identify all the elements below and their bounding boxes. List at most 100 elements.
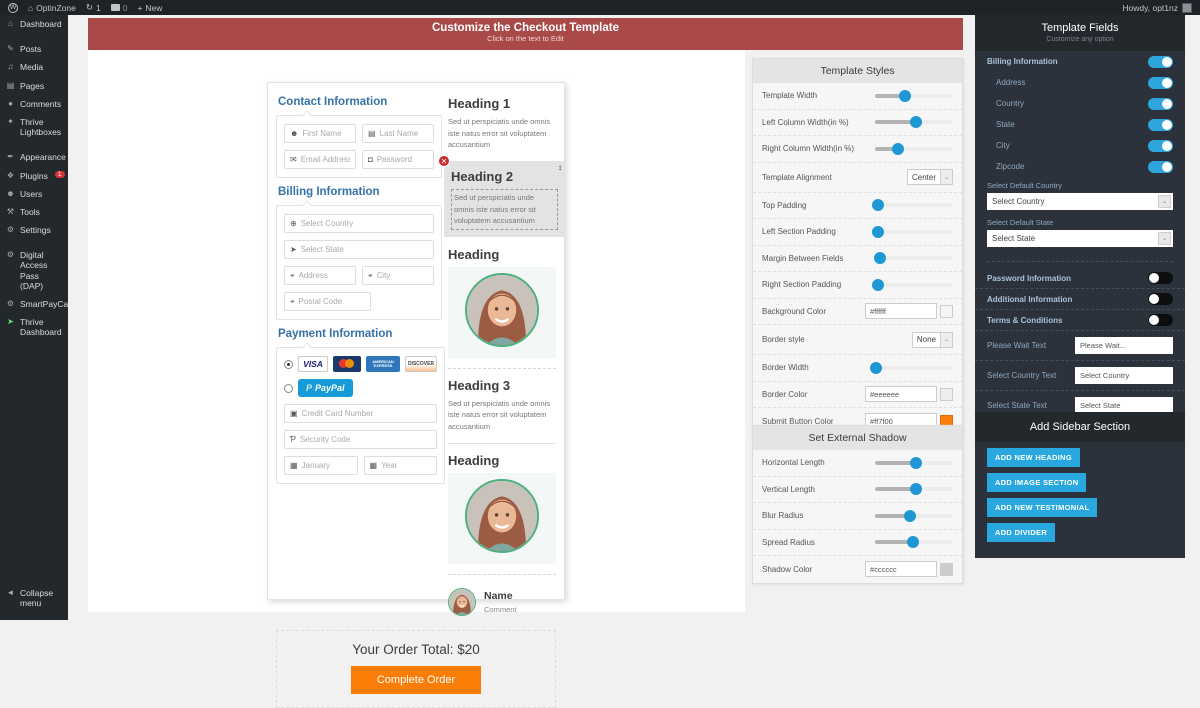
border-color-input[interactable] bbox=[865, 386, 937, 402]
updates-menu[interactable]: ↻1 bbox=[86, 2, 101, 13]
credit-card-option[interactable]: VISA AMERICAN EXPRESS DISCOVER bbox=[284, 356, 437, 372]
credit-card-radio[interactable] bbox=[284, 360, 293, 369]
spread-radius-slider[interactable] bbox=[875, 540, 953, 544]
select-country-field[interactable]: ⊕ bbox=[284, 214, 434, 233]
expiry-year-field[interactable]: ▦ bbox=[364, 456, 438, 475]
sidebar-heading-1-block[interactable]: Heading 1 Sed ut perspiciatis unde omnis… bbox=[448, 96, 556, 151]
testimonial-block[interactable]: Name Comment bbox=[448, 584, 556, 620]
left-column-width-slider[interactable] bbox=[875, 120, 953, 124]
address-toggle[interactable] bbox=[1148, 77, 1173, 89]
additional-information-toggle[interactable] bbox=[1148, 293, 1173, 305]
sidebar-item-thrive-dashboard[interactable]: ➤Thrive Dashboard bbox=[0, 313, 68, 341]
billing-information-toggle[interactable] bbox=[1148, 56, 1173, 68]
sidebar-item-pages[interactable]: ▤Pages bbox=[0, 77, 68, 95]
page-title-banner[interactable]: Customize the Checkout Template Click on… bbox=[88, 18, 963, 50]
sidebar-item-dashboard[interactable]: ⌂Dashboard bbox=[0, 15, 68, 33]
security-code-field[interactable]: Ƥ bbox=[284, 430, 437, 449]
user-avatar[interactable] bbox=[1182, 3, 1192, 13]
credit-card-number-field[interactable]: ▣ bbox=[284, 404, 437, 423]
sidebar-image-block-2[interactable]: Heading bbox=[448, 453, 556, 564]
wordpress-logo-icon[interactable]: W bbox=[8, 3, 18, 13]
sidebar-heading-2-block-selected[interactable]: ✕ ↕ Heading 2 Sed ut perspiciatis unde o… bbox=[444, 161, 565, 237]
margin-between-fields-slider[interactable] bbox=[875, 256, 953, 260]
add-new-heading-button[interactable]: ADD NEW HEADING bbox=[987, 448, 1080, 467]
add-new-testimonial-button[interactable]: ADD NEW TESTIMONIAL bbox=[987, 498, 1097, 517]
collapse-menu-button[interactable]: ◄Collapse menu bbox=[0, 584, 68, 612]
add-image-section-button[interactable]: ADD IMAGE SECTION bbox=[987, 473, 1086, 492]
heading-3-text[interactable]: Sed ut perspiciatis unde omnis iste natu… bbox=[448, 398, 556, 433]
page-title[interactable]: Customize the Checkout Template bbox=[88, 22, 963, 34]
default-country-select[interactable]: Select Country⌄ bbox=[987, 193, 1173, 210]
security-code-input[interactable] bbox=[300, 435, 431, 444]
image-section-2[interactable] bbox=[448, 473, 556, 564]
new-content-menu[interactable]: +New bbox=[137, 3, 162, 13]
paypal-radio[interactable] bbox=[284, 384, 293, 393]
default-state-select[interactable]: Select State⌄ bbox=[987, 230, 1173, 247]
add-divider-button[interactable]: ADD DIVIDER bbox=[987, 523, 1055, 542]
howdy-account-menu[interactable]: Howdy, opt1nz bbox=[1122, 3, 1178, 13]
horizontal-length-slider[interactable] bbox=[875, 461, 953, 465]
sidebar-item-appearance[interactable]: ✒Appearance bbox=[0, 148, 68, 166]
image-section-1[interactable] bbox=[448, 267, 556, 358]
testimonial-name[interactable]: Name bbox=[484, 590, 517, 602]
select-state-input[interactable] bbox=[301, 245, 428, 254]
select-country-input[interactable] bbox=[301, 219, 428, 228]
postal-code-field[interactable]: ⌖ bbox=[284, 292, 371, 311]
sidebar-item-dap[interactable]: ⚙Digital Access Pass (DAP) bbox=[0, 246, 68, 295]
billing-information-heading[interactable]: Billing Information bbox=[278, 186, 442, 198]
payment-information-heading[interactable]: Payment Information bbox=[278, 328, 442, 340]
background-color-swatch[interactable] bbox=[940, 305, 953, 318]
state-toggle[interactable] bbox=[1148, 119, 1173, 131]
postal-code-input[interactable] bbox=[299, 297, 365, 306]
background-color-input[interactable] bbox=[865, 303, 937, 319]
sidebar-item-posts[interactable]: ✎Posts bbox=[0, 40, 68, 58]
sidebar-item-plugins[interactable]: ❖Plugins1 bbox=[0, 167, 68, 185]
sidebar-item-comments[interactable]: ●Comments bbox=[0, 95, 68, 113]
sidebar-item-media[interactable]: ♫Media bbox=[0, 58, 68, 76]
left-section-padding-slider[interactable] bbox=[875, 230, 953, 234]
blur-radius-slider[interactable] bbox=[875, 514, 953, 518]
template-alignment-select[interactable]: Center⌄ bbox=[907, 169, 953, 185]
expiry-year-input[interactable] bbox=[381, 461, 431, 470]
sidebar-item-thrive-lightboxes[interactable]: ✦Thrive Lightboxes bbox=[0, 113, 68, 141]
paypal-button[interactable]: PPayPal bbox=[298, 379, 353, 397]
email-field[interactable]: ✉ bbox=[284, 150, 356, 169]
border-color-swatch[interactable] bbox=[940, 388, 953, 401]
testimonial-comment[interactable]: Comment bbox=[484, 605, 517, 614]
sidebar-item-settings[interactable]: ⚙Settings bbox=[0, 221, 68, 239]
credit-card-number-input[interactable] bbox=[302, 409, 431, 418]
right-column-width-slider[interactable] bbox=[875, 147, 953, 151]
border-style-select[interactable]: None⌄ bbox=[912, 332, 953, 348]
heading-1[interactable]: Heading 1 bbox=[448, 96, 556, 111]
right-section-padding-slider[interactable] bbox=[875, 283, 953, 287]
shadow-color-swatch[interactable] bbox=[940, 563, 953, 576]
expiry-month-field[interactable]: ▦ bbox=[284, 456, 358, 475]
vertical-length-slider[interactable] bbox=[875, 487, 953, 491]
last-name-field[interactable]: ▤ bbox=[362, 124, 434, 143]
heading-1-text[interactable]: Sed ut perspiciatis unde omnis iste natu… bbox=[448, 116, 556, 151]
sidebar-item-users[interactable]: ☻Users bbox=[0, 185, 68, 203]
template-width-slider[interactable] bbox=[875, 94, 953, 98]
sidebar-item-smartpaycart[interactable]: ⚙SmartPayCart bbox=[0, 295, 68, 313]
complete-order-button[interactable]: Complete Order bbox=[351, 666, 481, 694]
heading-3[interactable]: Heading 3 bbox=[448, 378, 556, 393]
sidebar-heading-3-block[interactable]: Heading 3 Sed ut perspiciatis unde omnis… bbox=[448, 378, 556, 433]
delete-section-icon[interactable]: ✕ bbox=[438, 155, 450, 167]
address-field[interactable]: ⌖ bbox=[284, 266, 356, 285]
first-name-input[interactable] bbox=[302, 129, 350, 138]
top-padding-slider[interactable] bbox=[875, 203, 953, 207]
shadow-color-input[interactable] bbox=[865, 561, 937, 577]
city-toggle[interactable] bbox=[1148, 140, 1173, 152]
drag-handle-icon[interactable]: ↕ bbox=[558, 163, 562, 172]
order-total-text[interactable]: Your Order Total: $20 bbox=[277, 642, 555, 657]
city-input[interactable] bbox=[377, 271, 428, 280]
heading-2-text[interactable]: Sed ut perspiciatis unde omnis iste natu… bbox=[451, 189, 558, 230]
image-heading-2[interactable]: Heading bbox=[448, 453, 556, 468]
first-name-field[interactable]: ☻ bbox=[284, 124, 356, 143]
heading-2[interactable]: Heading 2 bbox=[451, 169, 558, 184]
contact-information-heading[interactable]: Contact Information bbox=[278, 96, 442, 108]
password-field[interactable]: ◘ bbox=[362, 150, 434, 169]
please-wait-text-input[interactable] bbox=[1075, 337, 1173, 354]
city-field[interactable]: ⌖ bbox=[362, 266, 434, 285]
paypal-option[interactable]: PPayPal bbox=[284, 379, 437, 397]
